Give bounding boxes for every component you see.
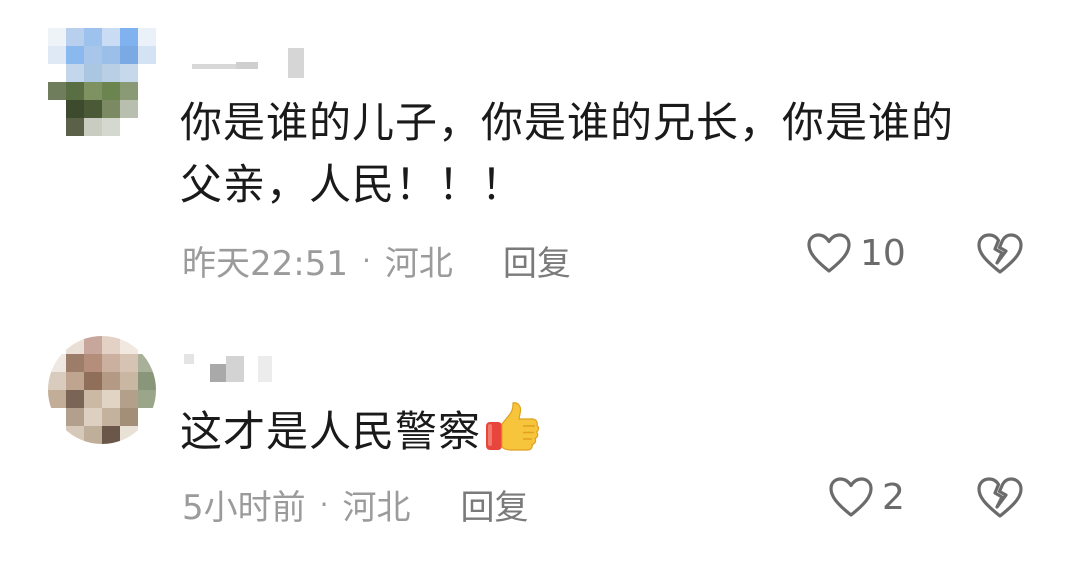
- comment-text: 这才是人民警察: [180, 400, 1040, 463]
- separator-dot: ·: [319, 488, 329, 521]
- comment-item: 这才是人民警察 5小时前 · 河北 回复 2: [0, 300, 1079, 574]
- comment-item: 你是谁的儿子，你是谁的兄长，你是谁的 父亲，人民！！！ 昨天22:51 · 河北 …: [0, 0, 1079, 300]
- comment-text-line: 这才是人民警察: [180, 407, 482, 456]
- username[interactable]: [184, 42, 314, 82]
- location: 河北: [342, 488, 411, 528]
- like-count: 10: [860, 232, 906, 274]
- comment-text-line: 父亲，人民！！！: [180, 160, 525, 209]
- dislike-button[interactable]: [976, 476, 1024, 524]
- like-count: 2: [882, 476, 905, 518]
- heart-outline-icon: [807, 233, 851, 273]
- username[interactable]: [184, 348, 284, 388]
- comment-text: 你是谁的儿子，你是谁的兄长，你是谁的 父亲，人民！！！: [180, 92, 1040, 216]
- separator-dot: ·: [361, 244, 371, 277]
- thumbs-up-emoji: [486, 402, 540, 451]
- like-button[interactable]: 2: [828, 476, 905, 518]
- reply-button[interactable]: 回复: [461, 480, 529, 529]
- dislike-button[interactable]: [976, 232, 1024, 280]
- comment-meta: 昨天22:51 · 河北 回复: [182, 236, 571, 285]
- avatar[interactable]: [48, 336, 156, 444]
- broken-heart-icon: [977, 233, 1023, 274]
- comment-meta: 5小时前 · 河北 回复: [182, 480, 529, 529]
- timestamp: 5小时前: [182, 488, 306, 528]
- timestamp: 昨天22:51: [182, 244, 348, 284]
- avatar[interactable]: [48, 28, 156, 136]
- location: 河北: [384, 244, 453, 284]
- reply-button[interactable]: 回复: [503, 236, 571, 285]
- heart-outline-icon: [829, 477, 873, 517]
- comment-text-line: 你是谁的儿子，你是谁的兄长，你是谁的: [180, 98, 955, 147]
- like-button[interactable]: 10: [806, 232, 906, 274]
- broken-heart-icon: [977, 477, 1023, 518]
